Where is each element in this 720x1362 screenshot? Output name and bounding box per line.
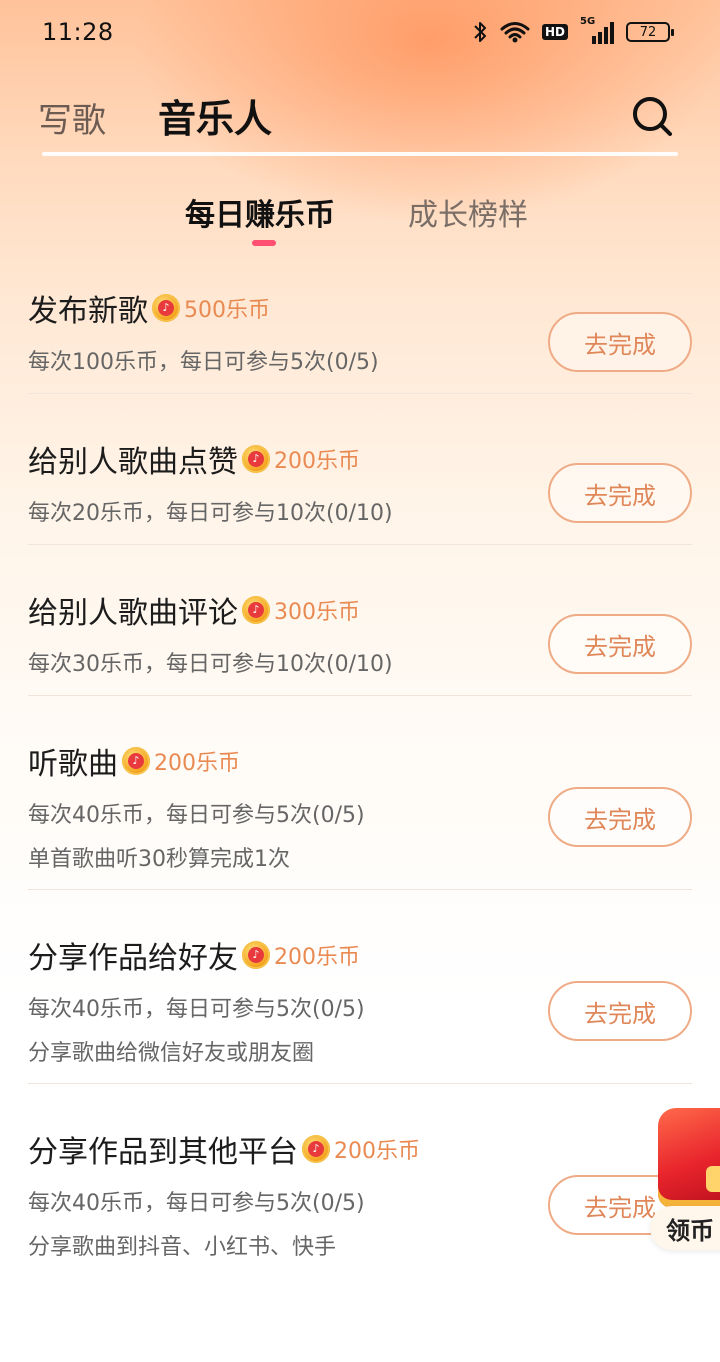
task-desc: 每次20乐币，每日可参与10次(0/10) [28, 501, 393, 526]
search-icon [633, 97, 672, 136]
status-bar: 11:28 HD 5G 72 [0, 0, 720, 64]
task-extra-note: 单首歌曲听30秒算完成1次 [28, 847, 290, 872]
network-type: 5G [580, 16, 596, 27]
task-title: 分享作品到其他平台 [28, 1135, 298, 1170]
hd-badge: HD [541, 24, 568, 40]
treasure-chest-icon [658, 1108, 720, 1208]
task-title-row: 分享作品给好友 ♪ 200乐币 [28, 935, 360, 976]
task-item: 分享作品到其他平台 ♪ 200乐币 每次40乐币，每日可参与5次(0/5) 分享… [28, 1129, 692, 1278]
complete-task-button[interactable]: 去完成 [548, 312, 692, 372]
task-reward: 300乐币 [274, 600, 360, 625]
task-title-row: 发布新歌 ♪ 500乐币 [28, 288, 270, 329]
task-title: 给别人歌曲评论 [28, 596, 238, 631]
complete-task-button[interactable]: 去完成 [548, 787, 692, 847]
bluetooth-icon [474, 22, 486, 42]
task-reward: 200乐币 [274, 945, 360, 970]
task-desc: 每次40乐币，每日可参与5次(0/5) [28, 997, 365, 1022]
claim-coins-widget[interactable]: 领币 [650, 1108, 720, 1250]
task-desc: 每次40乐币，每日可参与5次(0/5) [28, 1191, 365, 1216]
search-button[interactable] [628, 92, 676, 140]
task-title-row: 给别人歌曲评论 ♪ 300乐币 [28, 590, 360, 631]
task-reward: 500乐币 [184, 298, 270, 323]
task-extra-note: 分享歌曲到抖音、小红书、快手 [28, 1235, 337, 1260]
tab-growth-ranking[interactable]: 成长榜样 [408, 190, 528, 234]
coin-icon: ♪ [242, 445, 270, 473]
task-item: 给别人歌曲评论 ♪ 300乐币 每次30乐币，每日可参与10次(0/10) 去完… [28, 590, 692, 696]
tab-write-song[interactable]: 写歌 [38, 93, 106, 142]
task-title: 听歌曲 [28, 747, 118, 782]
task-reward: 200乐币 [154, 751, 240, 776]
coin-icon: ♪ [242, 596, 270, 624]
status-time: 11:28 [42, 18, 114, 46]
task-extra-note: 分享歌曲给微信好友或朋友圈 [28, 1041, 315, 1066]
task-reward: 200乐币 [334, 1139, 420, 1164]
tab-indicator [252, 240, 276, 246]
task-desc: 每次40乐币，每日可参与5次(0/5) [28, 803, 365, 828]
task-title-row: 听歌曲 ♪ 200乐币 [28, 741, 240, 782]
coin-icon: ♪ [302, 1135, 330, 1163]
signal-icon: 5G [580, 16, 614, 44]
task-title: 发布新歌 [28, 294, 148, 329]
status-icons: HD 5G 72 [472, 16, 674, 44]
task-title-row: 给别人歌曲点赞 ♪ 200乐币 [28, 439, 360, 480]
header-tabs: 写歌 音乐人 [38, 88, 272, 148]
task-title-row: 分享作品到其他平台 ♪ 200乐币 [28, 1129, 420, 1170]
battery-level: 72 [639, 24, 657, 40]
coin-icon: ♪ [122, 747, 150, 775]
wifi-icon [500, 22, 530, 43]
coin-icon: ♪ [242, 941, 270, 969]
task-item: 发布新歌 ♪ 500乐币 每次100乐币，每日可参与5次(0/5) 去完成 [28, 288, 692, 394]
complete-task-button[interactable]: 去完成 [548, 614, 692, 674]
tab-musician[interactable]: 音乐人 [158, 88, 272, 143]
chest-lock [706, 1166, 720, 1192]
task-item: 给别人歌曲点赞 ♪ 200乐币 每次20乐币，每日可参与10次(0/10) 去完… [28, 439, 692, 545]
task-desc: 每次30乐币，每日可参与10次(0/10) [28, 652, 393, 677]
battery-icon: 72 [626, 22, 674, 42]
claim-coins-label: 领币 [650, 1206, 720, 1250]
tab-daily-earn[interactable]: 每日赚乐币 [185, 190, 335, 234]
complete-task-button[interactable]: 去完成 [548, 981, 692, 1041]
header-divider [42, 152, 678, 156]
task-reward: 200乐币 [274, 449, 360, 474]
subtabs: 每日赚乐币 成长榜样 [0, 190, 720, 250]
complete-task-button[interactable]: 去完成 [548, 463, 692, 523]
task-desc: 每次100乐币，每日可参与5次(0/5) [28, 350, 379, 375]
task-item: 分享作品给好友 ♪ 200乐币 每次40乐币，每日可参与5次(0/5) 分享歌曲… [28, 935, 692, 1084]
task-item: 听歌曲 ♪ 200乐币 每次40乐币，每日可参与5次(0/5) 单首歌曲听30秒… [28, 741, 692, 890]
task-title: 给别人歌曲点赞 [28, 445, 238, 480]
task-title: 分享作品给好友 [28, 941, 238, 976]
coin-icon: ♪ [152, 294, 180, 322]
